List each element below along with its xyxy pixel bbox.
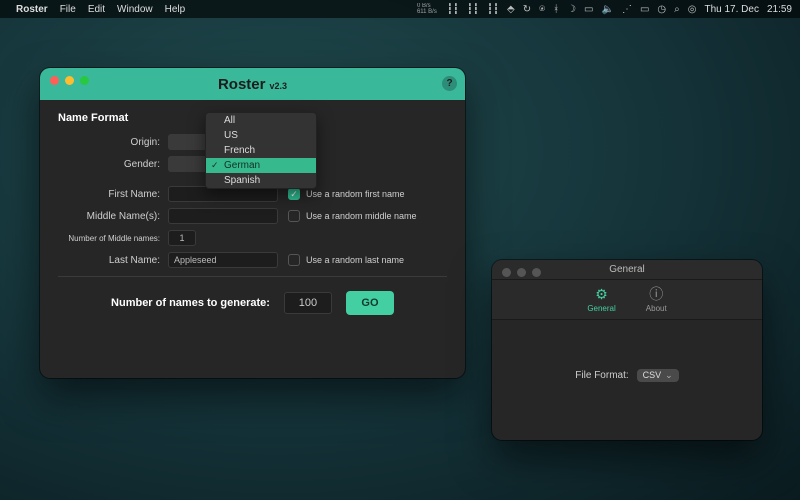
pref-window-traffic-lights bbox=[502, 268, 541, 277]
last-name-input[interactable]: Appleseed bbox=[168, 252, 278, 268]
window-traffic-lights bbox=[50, 76, 89, 85]
random-first-name-label: Use a random first name bbox=[306, 189, 405, 199]
clock-icon[interactable]: ◷ bbox=[657, 4, 666, 15]
istat-icon[interactable]: ┇┇ bbox=[447, 4, 459, 15]
last-name-label: Last Name: bbox=[58, 255, 168, 266]
mac-menubar: Roster File Edit Window Help 0 B/s611 B/… bbox=[0, 0, 800, 18]
origin-option-us[interactable]: US bbox=[206, 128, 316, 143]
tab-general[interactable]: ⚙ General bbox=[579, 282, 623, 317]
network-speed-indicator[interactable]: 0 B/s611 B/s bbox=[417, 3, 437, 15]
pref-zoom-button[interactable] bbox=[532, 268, 541, 277]
origin-option-french[interactable]: French bbox=[206, 143, 316, 158]
bluetooth-icon[interactable]: ᚼ bbox=[553, 4, 559, 15]
middle-name-label: Middle Name(s): bbox=[58, 211, 168, 222]
zoom-window-button[interactable] bbox=[80, 76, 89, 85]
random-last-name-checkbox[interactable] bbox=[288, 254, 300, 266]
roster-main-window: Roster v2.3 ? Name Format Origin: Gender… bbox=[40, 68, 465, 378]
user-icon[interactable]: ⍟ bbox=[539, 4, 545, 15]
minimize-window-button[interactable] bbox=[65, 76, 74, 85]
app-menu-name[interactable]: Roster bbox=[16, 4, 48, 15]
preferences-window: General ⚙ General ⓘ About File Format: C… bbox=[492, 260, 762, 440]
first-name-label: First Name: bbox=[58, 189, 168, 200]
menubar-time[interactable]: 21:59 bbox=[767, 4, 792, 15]
section-divider bbox=[58, 276, 447, 277]
origin-option-spanish[interactable]: Spanish bbox=[206, 173, 316, 188]
go-button[interactable]: GO bbox=[346, 291, 394, 315]
middle-count-label: Number of Middle names: bbox=[58, 234, 168, 243]
origin-option-german[interactable]: German bbox=[206, 158, 316, 173]
siri-icon[interactable]: ◎ bbox=[688, 4, 697, 15]
pref-close-button[interactable] bbox=[502, 268, 511, 277]
istat2-icon[interactable]: ┇┇ bbox=[467, 4, 479, 15]
middle-count-input[interactable]: 1 bbox=[168, 230, 196, 246]
tab-about-label: About bbox=[646, 304, 667, 313]
wifi-icon[interactable]: ⋰ bbox=[622, 4, 632, 15]
middle-name-input[interactable] bbox=[168, 208, 278, 224]
random-middle-name-label: Use a random middle name bbox=[306, 211, 417, 221]
menu-file[interactable]: File bbox=[60, 4, 76, 15]
battery-icon[interactable]: ▭ bbox=[640, 4, 649, 15]
dropbox-icon[interactable]: ⬘ bbox=[507, 4, 515, 15]
file-format-select[interactable]: CSV bbox=[637, 369, 679, 382]
close-window-button[interactable] bbox=[50, 76, 59, 85]
file-format-label: File Format: bbox=[575, 370, 628, 381]
volume-icon[interactable]: 🔈 bbox=[602, 4, 614, 15]
origin-label: Origin: bbox=[58, 137, 168, 148]
origin-dropdown-menu: All US French German Spanish bbox=[205, 112, 317, 189]
origin-option-all[interactable]: All bbox=[206, 113, 316, 128]
menu-help[interactable]: Help bbox=[165, 4, 186, 15]
help-icon[interactable]: ? bbox=[442, 76, 457, 91]
dnd-icon[interactable]: ☽ bbox=[567, 4, 576, 15]
random-last-name-label: Use a random last name bbox=[306, 255, 404, 265]
generate-count-input[interactable]: 100 bbox=[284, 292, 332, 314]
random-first-name-checkbox[interactable]: ✓ bbox=[288, 188, 300, 200]
spotlight-icon[interactable]: ⌕ bbox=[674, 4, 680, 15]
menubar-date[interactable]: Thu 17. Dec bbox=[704, 4, 758, 15]
generate-prompt: Number of names to generate: bbox=[111, 297, 270, 309]
random-middle-name-checkbox[interactable] bbox=[288, 210, 300, 222]
airplay-icon[interactable]: ▭ bbox=[584, 4, 593, 15]
pref-toolbar: ⚙ General ⓘ About bbox=[492, 280, 762, 320]
sync-icon[interactable]: ↻ bbox=[523, 4, 531, 15]
tab-about[interactable]: ⓘ About bbox=[638, 282, 675, 317]
pref-body: File Format: CSV bbox=[492, 320, 762, 430]
gear-icon: ⚙ bbox=[594, 286, 610, 302]
tab-general-label: General bbox=[587, 304, 615, 313]
menu-window[interactable]: Window bbox=[117, 4, 153, 15]
main-window-titlebar: Roster v2.3 ? bbox=[40, 68, 465, 100]
gender-label: Gender: bbox=[58, 159, 168, 170]
menubar-status-area: 0 B/s611 B/s ┇┇ ┇┇ ┇┇ ⬘ ↻ ⍟ ᚼ ☽ ▭ 🔈 ⋰ ▭ … bbox=[417, 3, 792, 15]
app-title: Roster bbox=[218, 76, 266, 93]
istat3-icon[interactable]: ┇┇ bbox=[487, 4, 499, 15]
info-icon: ⓘ bbox=[648, 286, 664, 302]
app-menus: Roster File Edit Window Help bbox=[16, 4, 185, 15]
app-version: v2.3 bbox=[269, 81, 287, 91]
menu-edit[interactable]: Edit bbox=[88, 4, 105, 15]
pref-minimize-button[interactable] bbox=[517, 268, 526, 277]
